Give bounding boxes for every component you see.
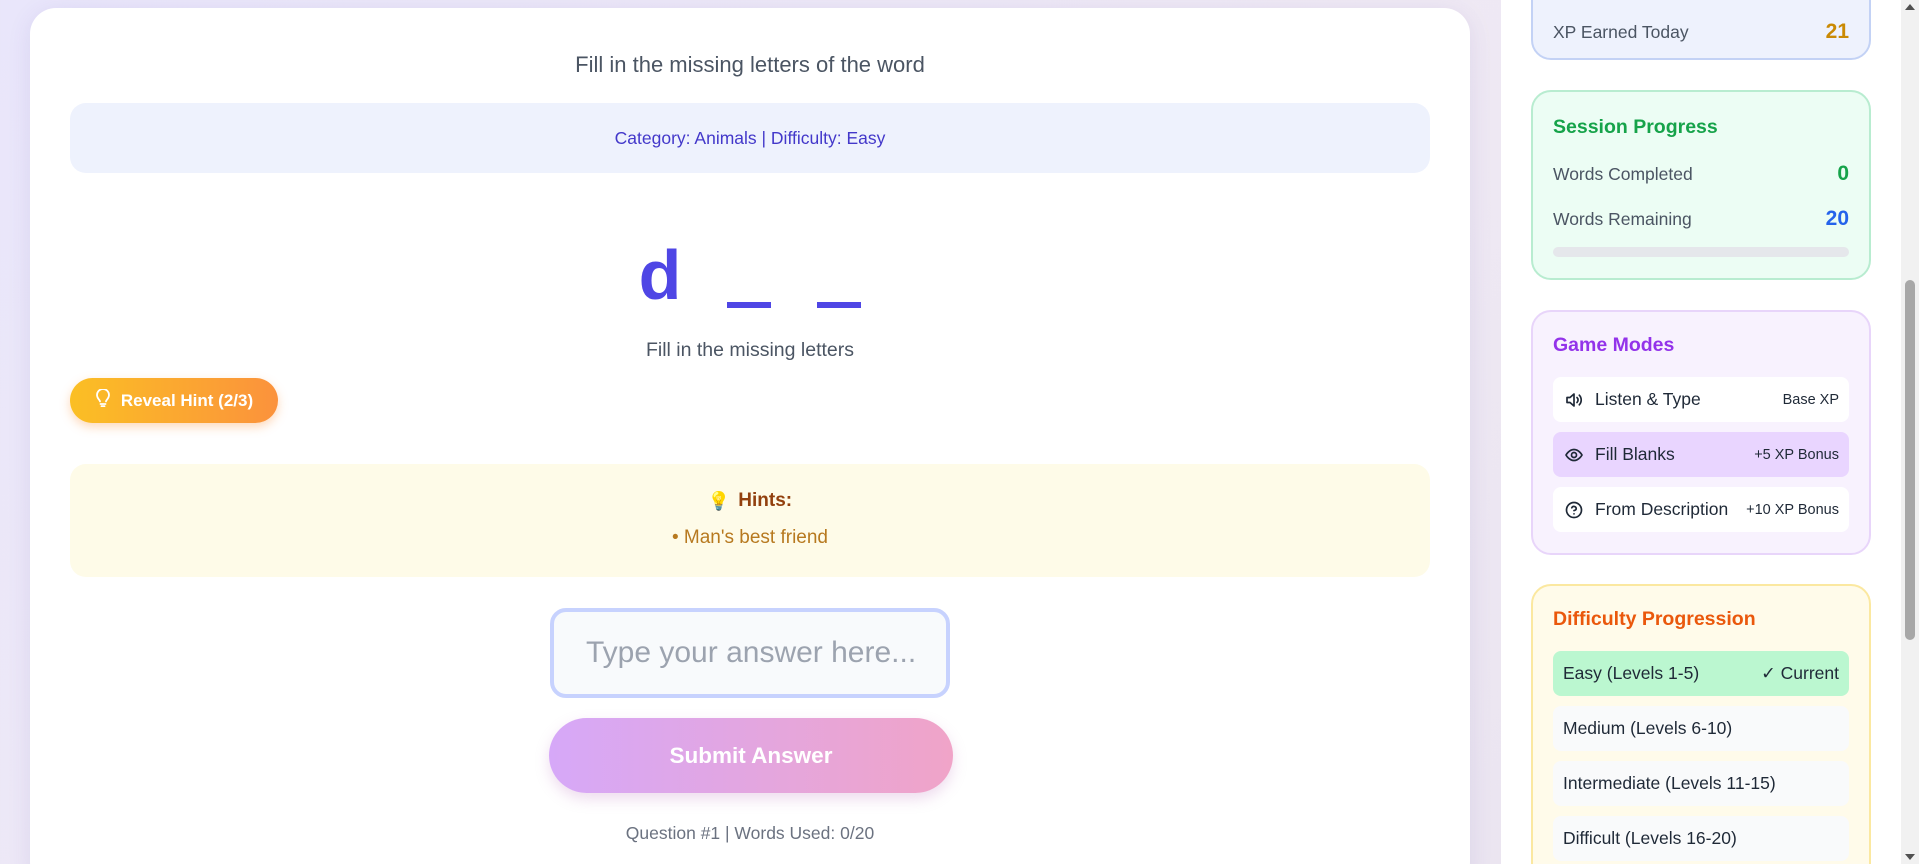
word-letter: d	[638, 236, 682, 314]
game-modes-panel: Game Modes Listen & Type Base XP Fill Bl…	[1531, 310, 1871, 555]
difficulty-label: Easy (Levels 1-5)	[1563, 663, 1700, 683]
difficulty-progression-panel: Difficulty Progression Easy (Levels 1-5)…	[1531, 584, 1871, 864]
difficulty-difficult: Difficult (Levels 16-20)	[1553, 816, 1849, 861]
scroll-down-arrow-icon[interactable]	[1905, 854, 1915, 860]
words-remaining-value: 20	[1825, 207, 1849, 230]
hints-heading: 💡 Hints:	[70, 490, 1430, 512]
hint-item: • Man's best friend	[671, 527, 829, 548]
mode-listen-type[interactable]: Listen & Type Base XP	[1553, 377, 1849, 422]
category-bar: Category: Animals | Difficulty: Easy	[70, 103, 1430, 173]
page-scrollbar[interactable]	[1901, 0, 1919, 864]
eye-icon	[1563, 444, 1585, 466]
category-text: Category: Animals | Difficulty: Easy	[614, 127, 886, 148]
words-remaining-label: Words Remaining	[1553, 208, 1692, 229]
xp-value: 21	[1825, 20, 1849, 43]
difficulty-medium: Medium (Levels 6-10)	[1553, 706, 1849, 751]
difficulty-label: Medium (Levels 6-10)	[1563, 718, 1733, 738]
reveal-hint-label: Reveal Hint (2/3)	[120, 390, 254, 410]
words-completed-row: Words Completed 0	[1553, 162, 1849, 186]
session-progress-title: Session Progress	[1553, 116, 1718, 138]
words-completed-label: Words Completed	[1553, 163, 1693, 184]
difficulty-label: Intermediate (Levels 11-15)	[1563, 773, 1776, 793]
submit-answer-button[interactable]: Submit Answer	[549, 718, 953, 793]
mode-from-description[interactable]: From Description +10 XP Bonus	[1553, 487, 1849, 532]
mode-fill-blanks[interactable]: Fill Blanks +5 XP Bonus	[1553, 432, 1849, 477]
session-progress-panel: Session Progress Words Completed 0 Words…	[1531, 90, 1871, 280]
lightbulb-icon	[95, 388, 111, 412]
word-caption: Fill in the missing letters	[645, 339, 855, 361]
difficulty-easy: Easy (Levels 1-5) ✓ Current	[1553, 651, 1849, 696]
difficulty-intermediate: Intermediate (Levels 11-15)	[1553, 761, 1849, 806]
xp-row: XP Earned Today 21	[1553, 20, 1849, 44]
mode-label: From Description	[1595, 499, 1729, 519]
word-display: d _ _	[30, 230, 1470, 320]
word-blank: _	[727, 302, 772, 308]
scroll-up-arrow-icon[interactable]	[1905, 4, 1915, 10]
question-info: Question #1 | Words Used: 0/20	[625, 823, 875, 843]
xp-label: XP Earned Today	[1553, 21, 1689, 42]
hints-title: Hints:	[738, 490, 793, 511]
mode-badge: +10 XP Bonus	[1746, 501, 1839, 518]
sidebar: XP Earned Today 21 Session Progress Word…	[1501, 0, 1901, 864]
word-blank: _	[817, 302, 862, 308]
mode-badge: Base XP	[1782, 391, 1839, 408]
difficulty-progression-title: Difficulty Progression	[1553, 608, 1756, 630]
game-card: Fill in the missing letters of the word …	[30, 8, 1470, 864]
instruction-text: Fill in the missing letters of the word	[575, 52, 925, 77]
xp-panel: XP Earned Today 21	[1531, 0, 1871, 60]
lightbulb-emoji-icon: 💡	[707, 490, 731, 511]
game-modes-title: Game Modes	[1553, 334, 1675, 356]
mode-label: Listen & Type	[1595, 389, 1701, 409]
words-completed-value: 0	[1837, 162, 1849, 185]
question-circle-icon	[1563, 499, 1585, 521]
hints-box: 💡 Hints: • Man's best friend	[70, 464, 1430, 577]
answer-input[interactable]	[550, 608, 950, 698]
words-remaining-row: Words Remaining 20	[1553, 207, 1849, 231]
scrollbar-thumb[interactable]	[1905, 280, 1915, 640]
difficulty-status: ✓ Current	[1761, 663, 1839, 683]
speaker-icon	[1563, 389, 1585, 411]
difficulty-label: Difficult (Levels 16-20)	[1563, 828, 1737, 848]
session-progress-bar	[1553, 247, 1849, 257]
mode-label: Fill Blanks	[1595, 444, 1675, 464]
reveal-hint-button[interactable]: Reveal Hint (2/3)	[70, 378, 278, 423]
mode-badge: +5 XP Bonus	[1754, 446, 1839, 463]
